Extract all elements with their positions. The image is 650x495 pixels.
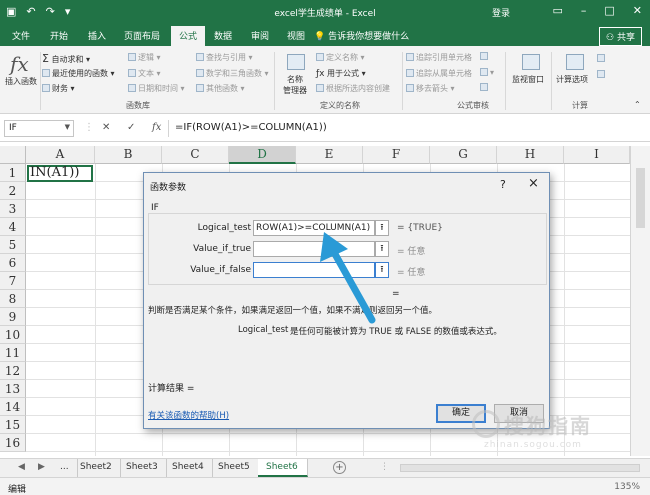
sogou-logo-icon: [472, 410, 500, 438]
watermark-url: zhinan.sogou.com: [484, 440, 582, 450]
watermark: 搜狗指南 zhinan.sogou.com: [470, 408, 640, 454]
watermark-title: 搜狗指南: [504, 414, 592, 438]
